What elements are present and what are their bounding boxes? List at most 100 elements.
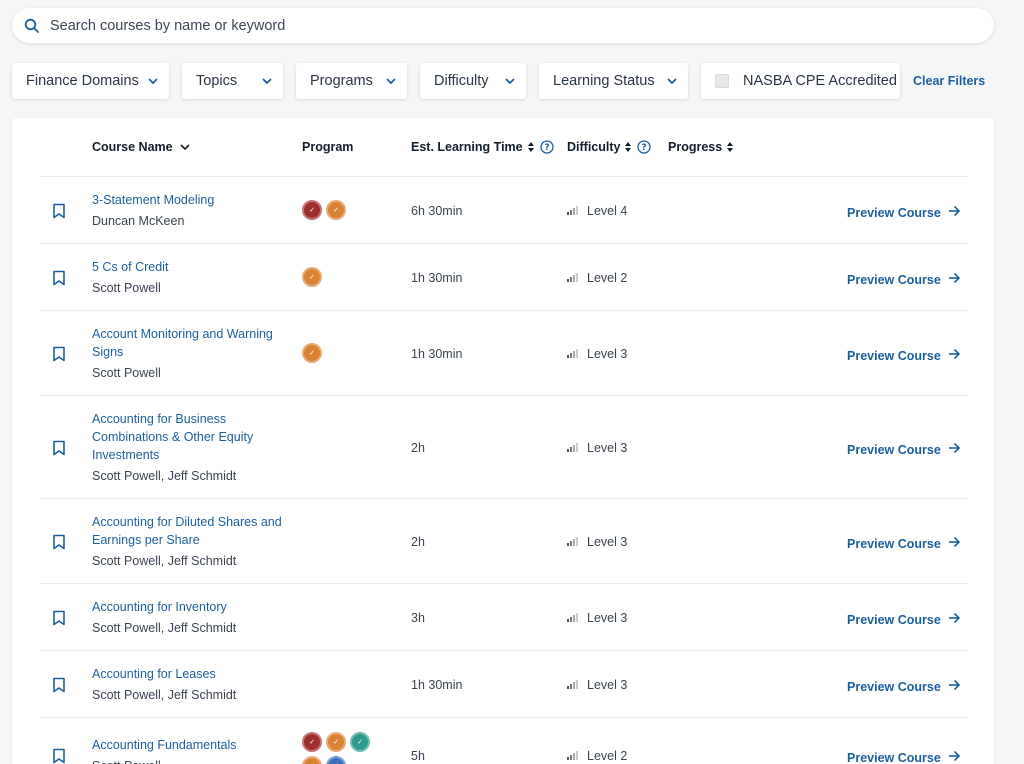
program-badge-icon: ✓ [302, 267, 322, 287]
arrow-right-icon [941, 536, 961, 551]
preview-course-button[interactable]: Preview Course [847, 272, 961, 287]
arrow-right-icon [941, 348, 961, 363]
header-label: Difficulty [567, 140, 621, 154]
bookmark-icon[interactable] [52, 534, 66, 550]
header-est-learning-time[interactable]: Est. Learning Time ? [411, 140, 554, 154]
clear-filters-link[interactable]: Clear Filters [913, 74, 985, 88]
table-row[interactable]: Accounting FundamentalsScott Powell✓✓✓✓✓… [40, 717, 968, 764]
difficulty-label: Level 3 [587, 535, 628, 549]
course-author: Scott Powell [92, 366, 161, 380]
search-input[interactable] [50, 17, 950, 34]
program-badge-icon: ✓ [302, 732, 322, 752]
header-label: Course Name [92, 140, 173, 154]
header-label: Program [302, 140, 354, 154]
table-row[interactable]: 5 Cs of Credit Scott Powell ✓ 1h 30min Level… [40, 243, 968, 310]
difficulty-level: Level 3 [567, 611, 627, 625]
course-author: Duncan McKeen [92, 214, 185, 228]
learning-time: 3h [411, 611, 425, 625]
filter-learning-status[interactable]: Learning Status [539, 63, 688, 99]
bookmark-icon[interactable] [52, 677, 66, 693]
preview-course-label: Preview Course [847, 536, 941, 551]
chevron-down-icon [505, 78, 515, 85]
arrow-right-icon [941, 612, 961, 627]
nasba-label: NASBA CPE Accredited [743, 73, 897, 89]
preview-course-button[interactable]: Preview Course [847, 612, 961, 627]
table-row[interactable]: Accounting for Diluted Shares and Earnin… [40, 498, 968, 583]
chevron-down-icon [262, 78, 272, 85]
program-badges: ✓ [302, 267, 382, 291]
table-row[interactable]: Accounting for Business Combinations & O… [40, 395, 968, 498]
bookmark-icon[interactable] [52, 346, 66, 362]
header-label: Progress [668, 140, 723, 154]
nasba-cpe-checkbox[interactable]: NASBA CPE Accredited [701, 63, 900, 99]
chevron-down-icon [180, 144, 190, 151]
filter-topics[interactable]: Topics [182, 63, 283, 99]
header-program: Program [302, 140, 353, 154]
course-title-link[interactable]: Accounting for Business Combinations & O… [92, 410, 292, 464]
difficulty-label: Level 4 [587, 204, 628, 218]
arrow-right-icon [941, 272, 961, 287]
table-row[interactable]: Accounting for Inventory Scott Powell, Je… [40, 583, 968, 650]
learning-time: 2h [411, 535, 425, 549]
svg-text:?: ? [642, 143, 647, 153]
header-progress[interactable]: Progress [668, 140, 734, 154]
course-author: Scott Powell [92, 281, 161, 295]
program-badge-icon: ✓ [326, 732, 346, 752]
filter-finance-domains[interactable]: Finance Domains [12, 63, 169, 99]
bookmark-icon[interactable] [52, 610, 66, 626]
bookmark-icon[interactable] [52, 440, 66, 456]
difficulty-level: Level 3 [567, 441, 627, 455]
header-difficulty[interactable]: Difficulty ? [567, 140, 652, 154]
checkbox-icon[interactable] [715, 74, 729, 88]
learning-time: 2h [411, 441, 425, 455]
preview-course-button[interactable]: Preview Course [847, 442, 961, 457]
course-title-link[interactable]: Accounting for Inventory [92, 598, 292, 616]
header-course-name[interactable]: Course Name [92, 140, 191, 154]
learning-time: 1h 30min [411, 347, 463, 361]
program-badges: ✓✓✓✓✓ [302, 732, 382, 764]
course-title-link[interactable]: 3-Statement Modeling [92, 191, 292, 209]
program-badge-icon: ✓ [302, 756, 322, 764]
preview-course-button[interactable]: Preview Course [847, 536, 961, 551]
chevron-down-icon [386, 78, 396, 85]
preview-course-label: Preview Course [847, 442, 941, 457]
signal-bars-icon [567, 271, 587, 285]
program-badge-icon: ✓ [326, 200, 346, 220]
filter-programs[interactable]: Programs [296, 63, 407, 99]
course-table: Course Name Program Est. Learning Time ?… [12, 118, 994, 764]
filter-difficulty[interactable]: Difficulty [420, 63, 526, 99]
table-row[interactable]: Accounting for Leases Scott Powell, Jeff … [40, 650, 968, 717]
course-title-link[interactable]: Accounting for Leases [92, 665, 292, 683]
course-title-link[interactable]: Accounting for Diluted Shares and Earnin… [92, 513, 292, 549]
header-label: Est. Learning Time [411, 140, 523, 154]
bookmark-icon[interactable] [52, 748, 66, 764]
difficulty-label: Level 3 [587, 347, 628, 361]
program-badge-icon: ✓ [302, 200, 322, 220]
table-row[interactable]: Account Monitoring and Warning Signs Scot… [40, 310, 968, 395]
preview-course-button[interactable]: Preview Course [847, 679, 961, 694]
bookmark-icon[interactable] [52, 203, 66, 219]
difficulty-level: Level 3 [567, 347, 627, 361]
difficulty-level: Level 3 [567, 678, 627, 692]
course-author: Scott Powell [92, 759, 161, 764]
course-title-link[interactable]: Account Monitoring and Warning Signs [92, 325, 292, 361]
course-author: Scott Powell, Jeff Schmidt [92, 554, 237, 568]
course-title-link[interactable]: Accounting Fundamentals [92, 736, 292, 754]
bookmark-icon[interactable] [52, 270, 66, 286]
course-list: 3-Statement Modeling Duncan McKeen ✓ ✓ 6h 30… [40, 176, 968, 764]
preview-course-button[interactable]: Preview Course [847, 750, 961, 764]
difficulty-label: Level 2 [587, 749, 628, 763]
learning-time: 1h 30min [411, 678, 463, 692]
table-row[interactable]: 3-Statement Modeling Duncan McKeen ✓ ✓ 6h 30… [40, 176, 968, 243]
preview-course-label: Preview Course [847, 348, 941, 363]
learning-time: 1h 30min [411, 271, 463, 285]
course-title-link[interactable]: 5 Cs of Credit [92, 258, 292, 276]
help-icon[interactable]: ? [637, 140, 652, 154]
preview-course-button[interactable]: Preview Course [847, 348, 961, 363]
difficulty-level: Level 2 [567, 749, 627, 763]
search-bar[interactable] [12, 8, 994, 43]
preview-course-button[interactable]: Preview Course [847, 205, 961, 220]
arrow-right-icon [941, 679, 961, 694]
signal-bars-icon [567, 678, 587, 692]
help-icon[interactable]: ? [539, 140, 554, 154]
